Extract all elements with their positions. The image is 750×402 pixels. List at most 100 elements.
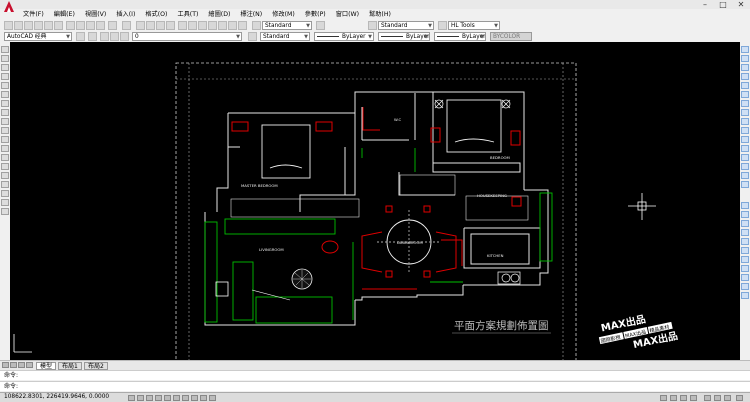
mirror-icon[interactable] bbox=[741, 64, 749, 71]
save-icon[interactable] bbox=[24, 21, 33, 30]
tab-layout2[interactable]: 布局2 bbox=[84, 362, 108, 370]
construction-line-icon[interactable] bbox=[1, 55, 9, 62]
point-icon[interactable] bbox=[1, 163, 9, 170]
snap-toggle-icon[interactable] bbox=[128, 395, 135, 401]
rectangle-icon[interactable] bbox=[1, 82, 9, 89]
fillet-icon[interactable] bbox=[741, 172, 749, 179]
workspace-select[interactable]: AutoCAD 经典 ▼ bbox=[4, 32, 72, 41]
dim-baseline-icon[interactable] bbox=[741, 265, 749, 272]
menu-draw[interactable]: 繪圖(D) bbox=[203, 10, 235, 20]
polyline-icon[interactable] bbox=[1, 64, 9, 71]
explode-icon[interactable] bbox=[741, 181, 749, 188]
annotation-scale-icon[interactable] bbox=[704, 395, 711, 401]
minimize-icon[interactable]: – bbox=[696, 0, 714, 9]
menu-format[interactable]: 格式(O) bbox=[140, 10, 172, 20]
prev-tab-icon[interactable] bbox=[10, 362, 17, 368]
menu-file[interactable]: 文件(F) bbox=[18, 10, 49, 20]
stretch-icon[interactable] bbox=[741, 118, 749, 125]
menu-edit[interactable]: 編輯(E) bbox=[49, 10, 80, 20]
table-style-icon[interactable] bbox=[438, 21, 447, 30]
first-tab-icon[interactable] bbox=[2, 362, 9, 368]
lock-icon[interactable] bbox=[120, 32, 129, 41]
last-tab-icon[interactable] bbox=[26, 362, 33, 368]
new-icon[interactable] bbox=[4, 21, 13, 30]
osnap-toggle-icon[interactable] bbox=[164, 395, 171, 401]
help-icon[interactable] bbox=[238, 21, 247, 30]
erase-icon[interactable] bbox=[741, 46, 749, 53]
dim-linear-icon[interactable] bbox=[741, 202, 749, 209]
table-icon[interactable] bbox=[1, 199, 9, 206]
rotate-icon[interactable] bbox=[741, 100, 749, 107]
maximize-icon[interactable]: □ bbox=[714, 0, 732, 9]
make-block-icon[interactable] bbox=[1, 154, 9, 161]
clean-screen-icon[interactable] bbox=[736, 395, 743, 401]
copy-object-icon[interactable] bbox=[741, 55, 749, 62]
pan-icon[interactable] bbox=[136, 21, 145, 30]
text-style-icon[interactable] bbox=[252, 21, 261, 30]
array-icon[interactable] bbox=[741, 82, 749, 89]
cut-icon[interactable] bbox=[66, 21, 75, 30]
command-input[interactable]: 命令: bbox=[0, 381, 750, 391]
lightbulb-icon[interactable] bbox=[100, 32, 109, 41]
floor-plan-drawing[interactable]: MASTER BEDROOM BEDROOM LIVINGROOM DINING… bbox=[10, 42, 740, 360]
pan-status-icon[interactable] bbox=[680, 395, 687, 401]
next-tab-icon[interactable] bbox=[18, 362, 25, 368]
open-icon[interactable] bbox=[14, 21, 23, 30]
multiline-text-icon[interactable] bbox=[1, 208, 9, 215]
autocad-logo-icon[interactable] bbox=[2, 0, 16, 14]
text-style-select-2[interactable]: Standard ▼ bbox=[260, 32, 310, 41]
zoom-previous-icon[interactable] bbox=[166, 21, 175, 30]
region-icon[interactable] bbox=[1, 190, 9, 197]
dim-update-icon[interactable] bbox=[741, 292, 749, 299]
menu-tools[interactable]: 工具(T) bbox=[172, 10, 203, 20]
dim-angular-icon[interactable] bbox=[741, 256, 749, 263]
print-icon[interactable] bbox=[34, 21, 43, 30]
ortho-toggle-icon[interactable] bbox=[146, 395, 153, 401]
break-icon[interactable] bbox=[741, 145, 749, 152]
arc-icon[interactable] bbox=[1, 91, 9, 98]
hatch-icon[interactable] bbox=[1, 172, 9, 179]
dim-edit-icon[interactable] bbox=[741, 283, 749, 290]
join-icon[interactable] bbox=[741, 154, 749, 161]
properties-icon[interactable] bbox=[178, 21, 187, 30]
trim-icon[interactable] bbox=[741, 127, 749, 134]
text-style-select[interactable]: Standard ▼ bbox=[262, 21, 312, 30]
settings-icon[interactable] bbox=[76, 32, 85, 41]
dimension-icon[interactable] bbox=[368, 21, 377, 30]
preview-icon[interactable] bbox=[44, 21, 53, 30]
gradient-icon[interactable] bbox=[1, 181, 9, 188]
hl-tools-select[interactable]: HL Tools ▼ bbox=[448, 21, 500, 30]
layout-icon[interactable] bbox=[670, 395, 677, 401]
workspace-switch-icon[interactable] bbox=[714, 395, 721, 401]
linetype-select[interactable]: ByLayer ▼ bbox=[378, 32, 430, 41]
dim-continue-icon[interactable] bbox=[741, 274, 749, 281]
menu-window[interactable]: 窗口(W) bbox=[331, 10, 364, 20]
markup-icon[interactable] bbox=[218, 21, 227, 30]
otrack-toggle-icon[interactable] bbox=[173, 395, 180, 401]
color-select[interactable]: ByLayer ▼ bbox=[314, 32, 374, 41]
tab-layout1[interactable]: 布局1 bbox=[58, 362, 82, 370]
lwt-toggle-icon[interactable] bbox=[200, 395, 207, 401]
move-icon[interactable] bbox=[741, 91, 749, 98]
polar-toggle-icon[interactable] bbox=[155, 395, 162, 401]
dim-style-icon[interactable] bbox=[316, 21, 325, 30]
layer-select[interactable]: 0 ▼ bbox=[132, 32, 242, 41]
dim-style-select[interactable]: Standard ▼ bbox=[378, 21, 434, 30]
match-properties-icon[interactable] bbox=[96, 21, 105, 30]
dim-radius-icon[interactable] bbox=[741, 238, 749, 245]
menu-help[interactable]: 幫助(H) bbox=[364, 10, 396, 20]
dyn-toggle-icon[interactable] bbox=[191, 395, 198, 401]
menu-view[interactable]: 視圖(V) bbox=[80, 10, 111, 20]
copy-icon[interactable] bbox=[76, 21, 85, 30]
sun-icon[interactable] bbox=[110, 32, 119, 41]
redo-icon[interactable] bbox=[122, 21, 131, 30]
dim-aligned-icon[interactable] bbox=[741, 211, 749, 218]
menu-dimension[interactable]: 標注(N) bbox=[235, 10, 267, 20]
chamfer-icon[interactable] bbox=[741, 163, 749, 170]
insert-block-icon[interactable] bbox=[1, 145, 9, 152]
ducs-toggle-icon[interactable] bbox=[182, 395, 189, 401]
menu-insert[interactable]: 插入(I) bbox=[111, 10, 140, 20]
publish-icon[interactable] bbox=[54, 21, 63, 30]
dim-diameter-icon[interactable] bbox=[741, 247, 749, 254]
design-center-icon[interactable] bbox=[188, 21, 197, 30]
